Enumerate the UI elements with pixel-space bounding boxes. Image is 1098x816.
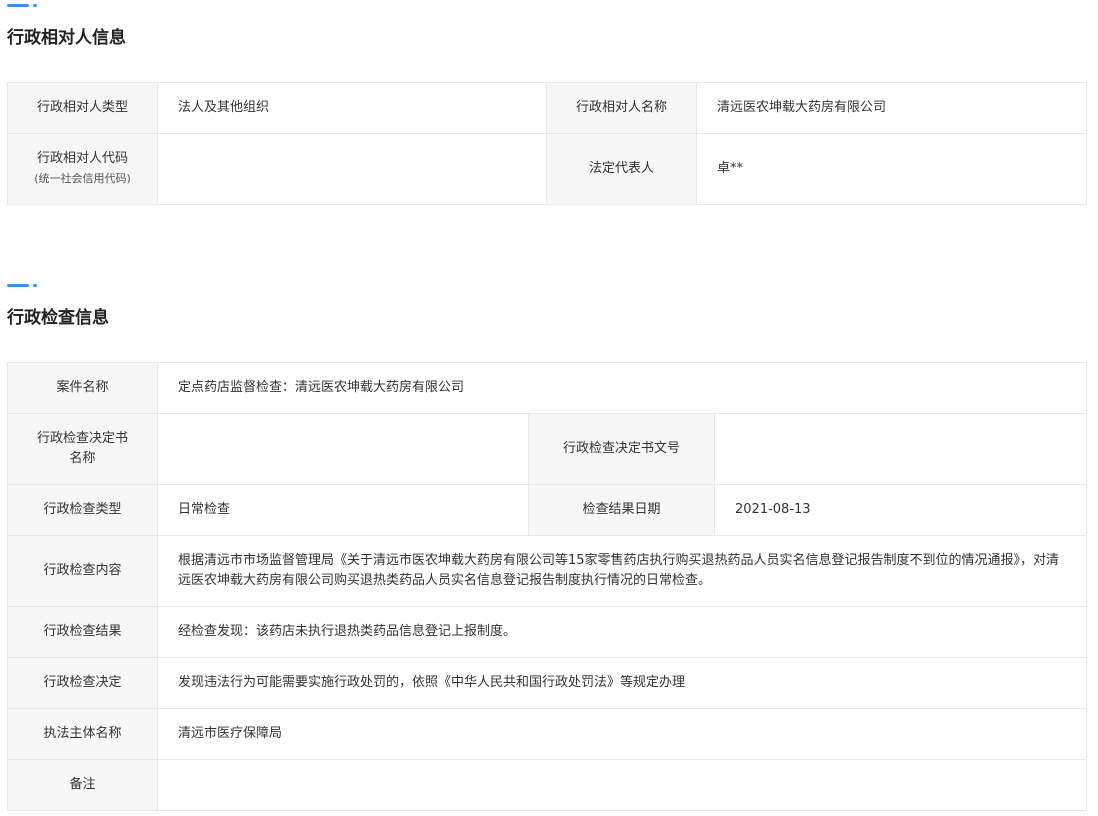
table-row: 案件名称 定点药店监督检查：清远医农坤载大药房有限公司 — [7, 362, 1088, 414]
section-title-relative-party: 行政相对人信息 — [7, 28, 126, 48]
table-row: 备注 — [7, 759, 1088, 811]
case-name-label: 案件名称 — [7, 362, 158, 414]
legal-rep-value: 卓** — [696, 133, 1087, 205]
doc-name-label-line1: 行政检查决定书 — [36, 431, 128, 446]
remark-label: 备注 — [7, 759, 158, 811]
party-code-label-cell: 行政相对人代码 (统一社会信用代码) — [7, 133, 158, 205]
legal-rep-label: 法定代表人 — [546, 133, 697, 205]
relative-party-table: 行政相对人类型 法人及其他组织 行政相对人名称 清远医农坤载大药房有限公司 行政… — [7, 82, 1087, 205]
remark-value — [156, 759, 1088, 811]
table-row: 行政相对人代码 (统一社会信用代码) 法定代表人 卓** — [7, 133, 1087, 205]
party-name-label: 行政相对人名称 — [546, 82, 697, 134]
check-type-label: 行政检查类型 — [7, 484, 158, 536]
case-name-value: 定点药店监督检查：清远医农坤载大药房有限公司 — [156, 362, 1088, 414]
section-marker-dot — [33, 284, 37, 287]
check-type-value: 日常检查 — [157, 484, 529, 536]
table-row: 行政检查决定 发现违法行为可能需要实施行政处罚的，依照《中华人民共和国行政处罚法… — [7, 657, 1088, 709]
result-date-label: 检查结果日期 — [528, 484, 715, 536]
check-content-label: 行政检查内容 — [7, 535, 158, 607]
party-code-value — [157, 133, 547, 205]
table-row: 行政检查类型 日常检查 检查结果日期 2021-08-13 — [7, 484, 1088, 536]
table-row: 行政检查决定书 名称 行政检查决定书文号 — [7, 413, 1088, 485]
party-type-value: 法人及其他组织 — [157, 82, 547, 134]
doc-number-value — [713, 413, 1088, 485]
doc-name-label-cell: 行政检查决定书 名称 — [7, 413, 158, 485]
party-name-value: 清远医农坤载大药房有限公司 — [696, 82, 1087, 134]
party-type-label: 行政相对人类型 — [7, 82, 158, 134]
party-code-sublabel: (统一社会信用代码) — [34, 172, 131, 185]
check-decision-label: 行政检查决定 — [7, 657, 158, 709]
section-marker-dot — [33, 4, 37, 7]
section-marker-bar — [7, 284, 29, 287]
table-row: 执法主体名称 清远市医疗保障局 — [7, 708, 1088, 760]
party-code-label: 行政相对人代码 — [36, 151, 128, 166]
inspection-table: 案件名称 定点药店监督检查：清远医农坤载大药房有限公司 行政检查决定书 名称 行… — [7, 362, 1088, 811]
table-row: 行政检查结果 经检查发现：该药店未执行退热类药品信息登记上报制度。 — [7, 606, 1088, 658]
section-title-inspection: 行政检查信息 — [7, 308, 109, 328]
table-row: 行政相对人类型 法人及其他组织 行政相对人名称 清远医农坤载大药房有限公司 — [7, 82, 1087, 134]
agency-label: 执法主体名称 — [7, 708, 158, 760]
doc-name-label-line2: 名称 — [69, 451, 96, 466]
section-marker-bar — [7, 4, 29, 7]
table-row: 行政检查内容 根据清远市市场监督管理局《关于清远市医农坤载大药房有限公司等15家… — [7, 535, 1088, 607]
doc-name-value — [157, 413, 529, 485]
check-content-value: 根据清远市市场监督管理局《关于清远市医农坤载大药房有限公司等15家零售药店执行购… — [156, 535, 1088, 607]
check-decision-value: 发现违法行为可能需要实施行政处罚的，依照《中华人民共和国行政处罚法》等规定办理 — [156, 657, 1088, 709]
check-result-value: 经检查发现：该药店未执行退热类药品信息登记上报制度。 — [156, 606, 1088, 658]
agency-value: 清远市医疗保障局 — [156, 708, 1088, 760]
result-date-value: 2021-08-13 — [713, 484, 1088, 536]
doc-number-label: 行政检查决定书文号 — [528, 413, 715, 485]
check-result-label: 行政检查结果 — [7, 606, 158, 658]
